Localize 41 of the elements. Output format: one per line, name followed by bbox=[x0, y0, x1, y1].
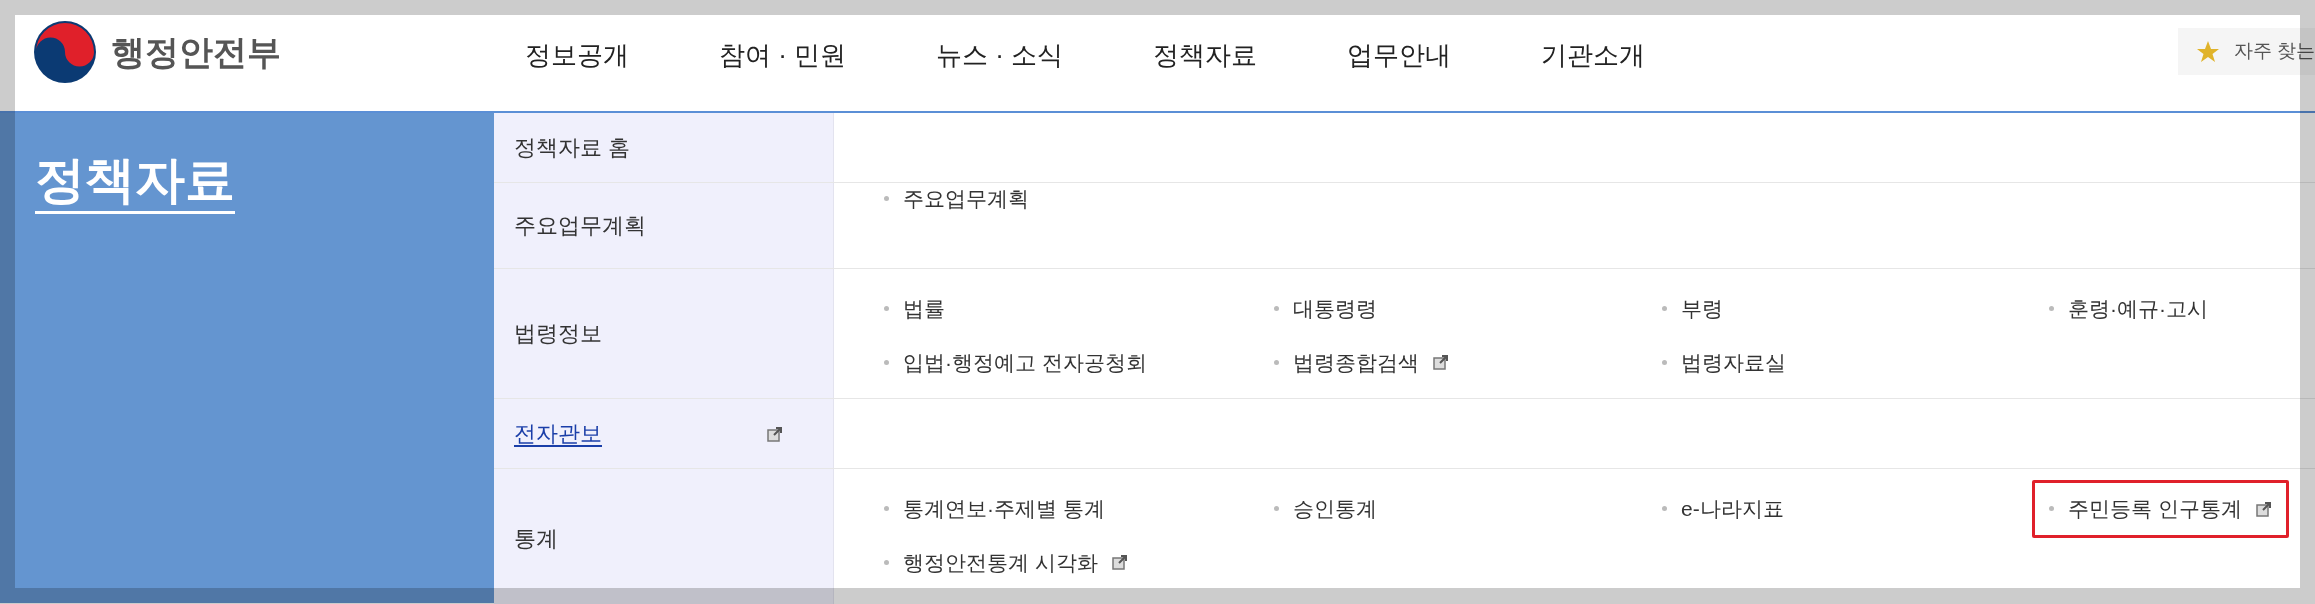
bullet-icon bbox=[884, 306, 889, 312]
menu-link[interactable]: 승인통계 bbox=[1293, 493, 1377, 525]
bullet-icon bbox=[2049, 306, 2054, 312]
submenu-link[interactable]: 주요업무계획 bbox=[514, 209, 646, 242]
bullet-icon bbox=[1662, 306, 1667, 312]
bullet-icon bbox=[884, 506, 889, 512]
menu-link[interactable]: 통계연보·주제별 통계 bbox=[903, 493, 1105, 525]
submenu-link[interactable]: 전자관보 bbox=[514, 417, 602, 450]
logo-icon bbox=[33, 20, 97, 84]
menu-link[interactable]: e-나라지표 bbox=[1681, 493, 1784, 525]
nav-link[interactable]: 정책자료 bbox=[1153, 36, 1258, 75]
nav-link[interactable]: 참여 · 민원 bbox=[719, 36, 847, 75]
bullet-icon bbox=[884, 359, 889, 365]
favorites-button[interactable]: 자주 찾는 bbox=[2178, 28, 2315, 75]
menu-link[interactable]: 주요업무계획 bbox=[903, 183, 1029, 215]
bullet-icon bbox=[1662, 359, 1667, 365]
menu-link[interactable]: 법령자료실 bbox=[1681, 346, 1786, 378]
submenu-link[interactable]: 정책자료 홈 bbox=[514, 131, 631, 164]
bullet-icon bbox=[1274, 306, 1279, 312]
submenu-link[interactable]: 법령정보 bbox=[514, 317, 602, 350]
menu-link[interactable]: 훈령·예규·고시 bbox=[2068, 293, 2208, 325]
nav-link[interactable]: 업무안내 bbox=[1347, 36, 1452, 75]
nav-link[interactable]: 뉴스 · 소식 bbox=[936, 36, 1064, 75]
bullet-icon bbox=[1662, 506, 1667, 512]
menu-link[interactable]: 주민등록 인구통계 bbox=[2068, 493, 2242, 525]
bullet-icon bbox=[1274, 359, 1279, 365]
menu-link[interactable]: 행정안전통계 시각화 bbox=[903, 546, 1098, 578]
menu-link[interactable]: 입법·행정예고 전자공청회 bbox=[903, 346, 1147, 378]
submenu-link[interactable]: 통계 bbox=[514, 522, 558, 555]
bullet-icon bbox=[2049, 506, 2054, 512]
menu-link[interactable]: 부령 bbox=[1681, 293, 1723, 325]
bullet-icon bbox=[1274, 506, 1279, 512]
menu-link[interactable]: 법령종합검색 bbox=[1293, 346, 1419, 378]
bullet-icon bbox=[884, 196, 889, 202]
menu-link[interactable]: 법률 bbox=[903, 293, 945, 325]
menu-link[interactable]: 대통령령 bbox=[1293, 293, 1377, 325]
nav-link[interactable]: 정보공개 bbox=[525, 36, 629, 75]
star-icon bbox=[2196, 39, 2220, 64]
nav-link[interactable]: 기관소개 bbox=[1541, 36, 1646, 75]
bullet-icon bbox=[884, 559, 889, 565]
site-title[interactable]: 행정안전부 bbox=[111, 26, 281, 78]
